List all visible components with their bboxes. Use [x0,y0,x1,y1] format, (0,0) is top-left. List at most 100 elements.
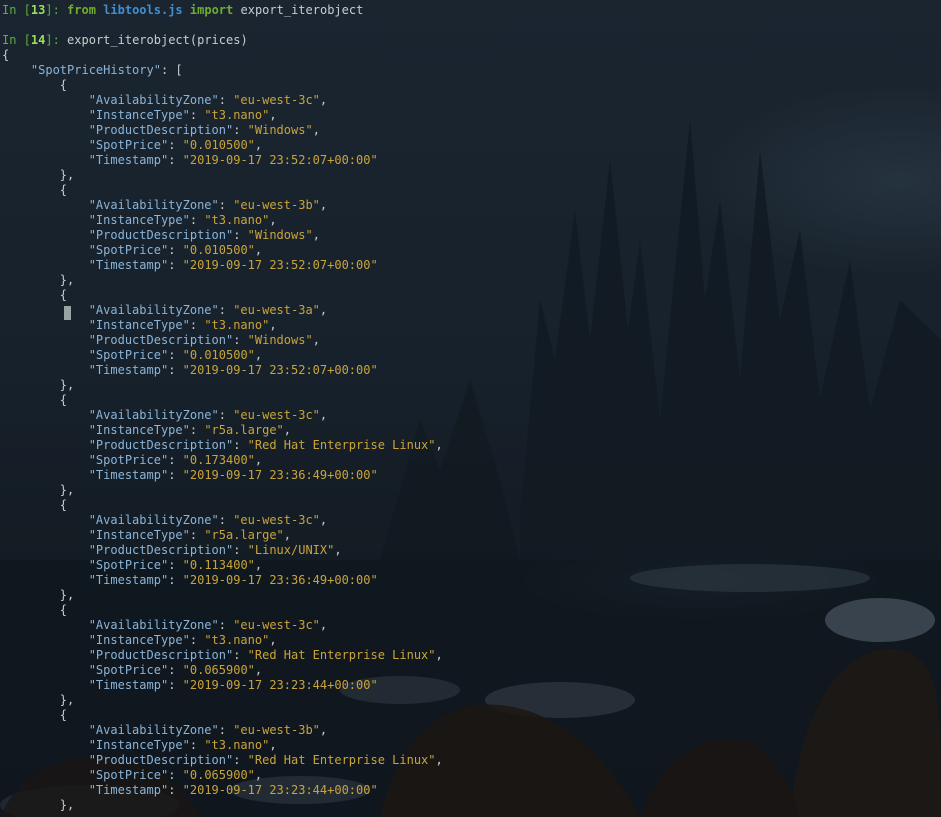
json-value: "t3.nano" [204,108,270,122]
json-root-key-line: "SpotPriceHistory": [ [2,63,941,78]
json-key: "SpotPrice" [88,768,169,782]
json-field-availabilityzone: "AvailabilityZone": "eu-west-3a", [88,303,328,317]
json-key: "ProductDescription" [88,753,234,767]
json-field-instancetype: "InstanceType": "t3.nano", [88,213,277,227]
json-value: "t3.nano" [204,738,270,752]
input-cell-14[interactable]: In [14]: export_iterobject(prices) [2,33,941,48]
json-field-productdescription: "ProductDescription": "Windows", [88,333,320,347]
json-key: "AvailabilityZone" [88,513,219,527]
json-field-instancetype: "InstanceType": "r5a.large", [88,528,292,542]
json-value: "Windows" [247,333,313,347]
json-field-availabilityzone: "AvailabilityZone": "eu-west-3c", [88,513,328,527]
json-record-open: { [59,603,68,617]
input-cell-13[interactable]: In [13]: from libtools.js import export_… [2,3,941,18]
input-prompt-number: 14 [30,33,46,47]
json-value: "Red Hat Enterprise Linux" [247,648,436,662]
json-key: "Timestamp" [88,258,169,272]
json-value: "eu-west-3a" [233,303,320,317]
json-value: "Windows" [247,228,313,242]
json-record-close: }, [59,483,75,497]
input-prompt-close: ]: [45,33,68,47]
json-value: "t3.nano" [204,318,270,332]
json-key: "InstanceType" [88,108,190,122]
json-record-open: { [59,183,68,197]
json-record-open: { [59,498,68,512]
json-value: "2019-09-17 23:52:07+00:00" [182,153,378,167]
json-field-availabilityzone: "AvailabilityZone": "eu-west-3b", [88,723,328,737]
json-field-productdescription: "ProductDescription": "Red Hat Enterpris… [88,438,443,452]
json-field-instancetype: "InstanceType": "t3.nano", [88,318,277,332]
json-field-spotprice: "SpotPrice": "0.010500", [88,348,263,362]
json-value: "r5a.large" [204,528,284,542]
json-value: "Windows" [247,123,313,137]
json-field-productdescription: "ProductDescription": "Linux/UNIX", [88,543,342,557]
json-value: "2019-09-17 23:52:07+00:00" [182,363,378,377]
json-record-close: }, [59,168,75,182]
json-key: "ProductDescription" [88,438,234,452]
module-name: libtools.js [103,3,183,17]
json-key: "Timestamp" [88,363,169,377]
terminal-output[interactable]: In [13]: from libtools.js import export_… [2,3,941,813]
json-key: "Timestamp" [88,783,169,797]
json-field-timestamp: "Timestamp": "2019-09-17 23:52:07+00:00" [88,258,378,272]
json-field-productdescription: "ProductDescription": "Red Hat Enterpris… [88,753,443,767]
json-field-availabilityzone: "AvailabilityZone": "eu-west-3c", [88,408,328,422]
json-field-timestamp: "Timestamp": "2019-09-17 23:36:49+00:00" [88,573,378,587]
json-value: "0.065900" [182,663,255,677]
json-records: { "AvailabilityZone": "eu-west-3c", "Ins… [2,78,941,813]
json-key: "Timestamp" [88,153,169,167]
json-record-close: }, [59,273,75,287]
json-field-spotprice: "SpotPrice": "0.173400", [88,453,263,467]
json-value: "2019-09-17 23:23:44+00:00" [182,678,378,692]
json-field-timestamp: "Timestamp": "2019-09-17 23:23:44+00:00" [88,783,378,797]
json-value: "t3.nano" [204,213,270,227]
json-key: "ProductDescription" [88,648,234,662]
json-field-instancetype: "InstanceType": "t3.nano", [88,108,277,122]
json-key: "ProductDescription" [88,123,234,137]
json-key: "SpotPrice" [88,663,169,677]
json-field-spotprice: "SpotPrice": "0.113400", [88,558,263,572]
json-field-productdescription: "ProductDescription": "Red Hat Enterpris… [88,648,443,662]
json-field-availabilityzone: "AvailabilityZone": "eu-west-3c", [88,618,328,632]
json-value: "2019-09-17 23:52:07+00:00" [182,258,378,272]
json-key: "SpotPrice" [88,558,169,572]
json-value: "Linux/UNIX" [247,543,335,557]
json-key: "AvailabilityZone" [88,618,219,632]
json-key: "AvailabilityZone" [88,93,219,107]
json-record-open: { [59,78,68,92]
json-value: "eu-west-3b" [233,198,320,212]
block-cursor-icon [64,306,71,320]
json-record-open: { [59,708,68,722]
keyword-from: from [67,3,96,17]
json-field-instancetype: "InstanceType": "t3.nano", [88,738,277,752]
json-value: "eu-west-3c" [233,93,320,107]
json-key: "ProductDescription" [88,228,234,242]
input-prompt: In [ [2,3,31,17]
json-key: "SpotPrice" [88,138,169,152]
json-field-timestamp: "Timestamp": "2019-09-17 23:36:49+00:00" [88,468,378,482]
json-key: "InstanceType" [88,528,190,542]
json-value: "t3.nano" [204,633,270,647]
json-key: "Timestamp" [88,468,169,482]
json-key: "ProductDescription" [88,333,234,347]
input-code: export_iterobject(prices) [67,33,248,47]
json-field-instancetype: "InstanceType": "r5a.large", [88,423,292,437]
json-field-availabilityzone: "AvailabilityZone": "eu-west-3b", [88,198,328,212]
json-value: "2019-09-17 23:36:49+00:00" [182,468,378,482]
json-value: "eu-west-3c" [233,408,320,422]
json-key: "SpotPrice" [88,348,169,362]
json-record-open: { [59,288,68,302]
json-key: "InstanceType" [88,633,190,647]
json-field-spotprice: "SpotPrice": "0.010500", [88,243,263,257]
terminal-window[interactable]: In [13]: from libtools.js import export_… [0,0,941,817]
json-field-productdescription: "ProductDescription": "Windows", [88,123,320,137]
json-field-timestamp: "Timestamp": "2019-09-17 23:52:07+00:00" [88,153,378,167]
json-value: "0.010500" [182,348,255,362]
json-key: "AvailabilityZone" [88,198,219,212]
json-value: "2019-09-17 23:36:49+00:00" [182,573,378,587]
json-key: "InstanceType" [88,423,190,437]
json-key: "Timestamp" [88,573,169,587]
json-root-key: "SpotPriceHistory" [30,63,161,77]
json-value: "0.065900" [182,768,255,782]
